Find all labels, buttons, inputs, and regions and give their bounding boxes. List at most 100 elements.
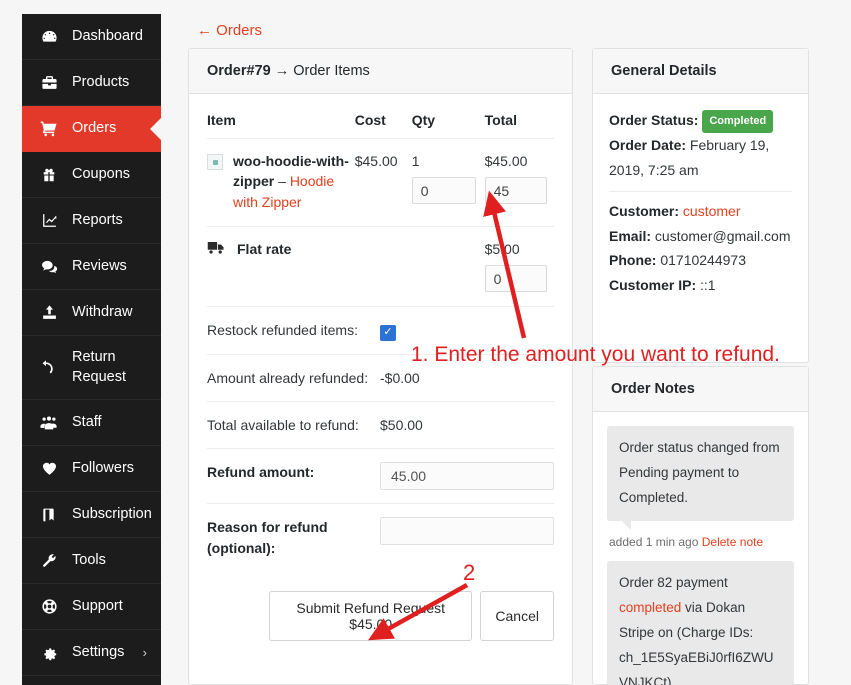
status-badge: Completed <box>702 110 774 134</box>
sidebar-item-return-request[interactable]: Return Request <box>22 336 161 401</box>
item-qty-cell: 1 <box>411 138 485 227</box>
total-available-label: Total available to refund: <box>207 401 380 450</box>
note-timestamp: added 1 min ago <box>609 534 702 549</box>
chart-line-icon <box>38 212 60 229</box>
sidebar-item-settings[interactable]: Settings › <box>22 630 161 677</box>
order-items-panel: Order#79 → Order Items Item Cost Qty Tot… <box>188 48 573 685</box>
list-item: Order 82 payment completed via Dokan Str… <box>607 560 794 685</box>
wrench-icon <box>38 552 60 569</box>
sidebar-item-label: Products <box>72 73 130 90</box>
refund-reason-label: Reason for refund (optional): <box>207 519 328 556</box>
phone-value: 01710244973 <box>656 252 746 269</box>
order-items-panel-header: Order#79 → Order Items <box>189 49 572 94</box>
sidebar-item-label: Withdraw <box>72 303 133 320</box>
general-details-header: General Details <box>593 49 808 94</box>
sidebar-item-label: Return Request <box>72 349 127 385</box>
undo-icon <box>38 359 60 376</box>
sidebar-item-coupons[interactable]: Coupons <box>22 152 161 198</box>
book-icon <box>38 507 60 523</box>
refund-reason-input[interactable] <box>380 517 554 546</box>
refund-shipping-input[interactable] <box>484 265 547 293</box>
column-header-total: Total <box>484 94 554 139</box>
sidebar-item-followers[interactable]: Followers <box>22 446 161 493</box>
upload-icon <box>38 304 60 321</box>
restock-checkbox-cell: ✓ <box>380 307 554 355</box>
shipping-cell: Flat rate <box>207 226 355 308</box>
refund-amount-label: Refund amount: <box>207 448 380 505</box>
chevron-right-icon: › <box>142 644 147 660</box>
note-text: Order status changed from Pending paymen… <box>619 440 780 505</box>
sidebar-item-label: Settings <box>72 643 125 660</box>
product-thumbnail-icon <box>207 154 223 170</box>
total-available-value: $50.00 <box>380 401 554 450</box>
customer-row: Customer: customer <box>609 199 792 224</box>
refund-form-table: Restock refunded items: ✓ Amount already… <box>207 307 554 571</box>
shipping-method-name: Flat rate <box>237 240 292 257</box>
sidebar-item-withdraw[interactable]: Withdraw <box>22 290 161 336</box>
shipping-qty <box>411 226 485 308</box>
amount-already-refunded-row: Amount already refunded: -$0.00 <box>207 354 554 402</box>
refund-amount-row: Refund amount: <box>207 448 554 505</box>
general-details-title: General Details <box>611 63 717 79</box>
submit-refund-request-button[interactable]: Submit Refund Request $45.00 <box>269 590 473 641</box>
total-available-row: Total available to refund: $50.00 <box>207 401 554 450</box>
refund-reason-cell <box>380 504 554 571</box>
sidebar-item-label: Reviews <box>72 257 127 274</box>
restock-checkbox[interactable]: ✓ <box>380 324 396 341</box>
refund-amount-input[interactable] <box>380 462 554 491</box>
phone-label: Phone: <box>609 252 657 269</box>
customer-ip-row: Customer IP: ::1 <box>609 273 792 298</box>
email-label: Email: <box>609 227 652 244</box>
order-notes-title: Order Notes <box>611 381 695 397</box>
item-total-cell: $45.00 <box>484 138 554 227</box>
delete-note-link[interactable]: Delete note <box>702 535 763 549</box>
email-value: customer@gmail.com <box>654 227 791 244</box>
back-to-orders-link[interactable]: ← Orders <box>197 22 262 39</box>
sidebar-item-tools[interactable]: Tools <box>22 538 161 585</box>
order-items-table: Item Cost Qty Total woo-hoodie-with-zipp… <box>207 94 554 308</box>
sidebar-item-staff[interactable]: Staff <box>22 400 161 447</box>
sidebar-item-label: Orders <box>72 119 117 136</box>
restock-label: Restock refunded items: <box>207 307 380 355</box>
phone-row: Phone: 01710244973 <box>609 248 792 273</box>
sidebar-item-label: Staff <box>72 413 102 430</box>
truck-icon <box>207 241 227 259</box>
sidebar-item-products[interactable]: Products <box>22 60 161 106</box>
order-items-breadcrumb: → Order Items <box>270 63 370 79</box>
note-meta: added 1 min ago Delete note <box>607 521 794 561</box>
general-details-panel: General Details Order Status: Completed … <box>592 48 809 363</box>
item-total-value: $45.00 <box>484 153 528 169</box>
sidebar-item-support[interactable]: Support <box>22 584 161 631</box>
restock-row: Restock refunded items: ✓ <box>207 307 554 355</box>
heart-icon <box>38 460 60 477</box>
customer-link[interactable]: customer <box>683 203 741 219</box>
item-cell: woo-hoodie-with-zipper – Hoodie with Zip… <box>207 138 355 227</box>
amount-already-refunded-label: Amount already refunded: <box>207 354 380 402</box>
refund-qty-input[interactable] <box>411 177 476 205</box>
sidebar-item-label: Coupons <box>72 165 131 182</box>
sidebar-item-reviews[interactable]: Reviews <box>22 244 161 290</box>
sidebar-item-label: Followers <box>72 459 135 476</box>
divider <box>609 191 792 193</box>
sidebar-item-orders[interactable]: Orders <box>22 106 161 152</box>
sidebar-item-dashboard[interactable]: Dashboard <box>22 14 161 60</box>
item-cost: $45.00 <box>354 138 412 227</box>
note-text: Order 82 payment <box>619 574 728 590</box>
table-row: woo-hoodie-with-zipper – Hoodie with Zip… <box>207 138 554 227</box>
gift-icon <box>38 167 60 183</box>
shipping-total-value: $5.00 <box>484 240 520 257</box>
refund-amount-cell <box>380 448 554 505</box>
order-date-label: Order Date: <box>609 137 687 154</box>
refund-total-input[interactable] <box>484 177 547 205</box>
table-row: Flat rate $5.00 <box>207 226 554 308</box>
amount-already-refunded-value: -$0.00 <box>380 354 554 402</box>
customer-label: Customer: <box>609 203 680 220</box>
sidebar-item-label: Dashboard <box>72 27 143 44</box>
cancel-button[interactable]: Cancel <box>480 590 554 641</box>
sidebar-item-reports[interactable]: Reports <box>22 198 161 244</box>
list-item: Order status changed from Pending paymen… <box>607 426 794 530</box>
order-notes-header: Order Notes <box>593 367 808 412</box>
sidebar-item-subscription[interactable]: Subscription <box>22 492 161 539</box>
order-number: Order#79 <box>207 63 271 79</box>
sidebar-item-label: Tools <box>72 551 106 568</box>
